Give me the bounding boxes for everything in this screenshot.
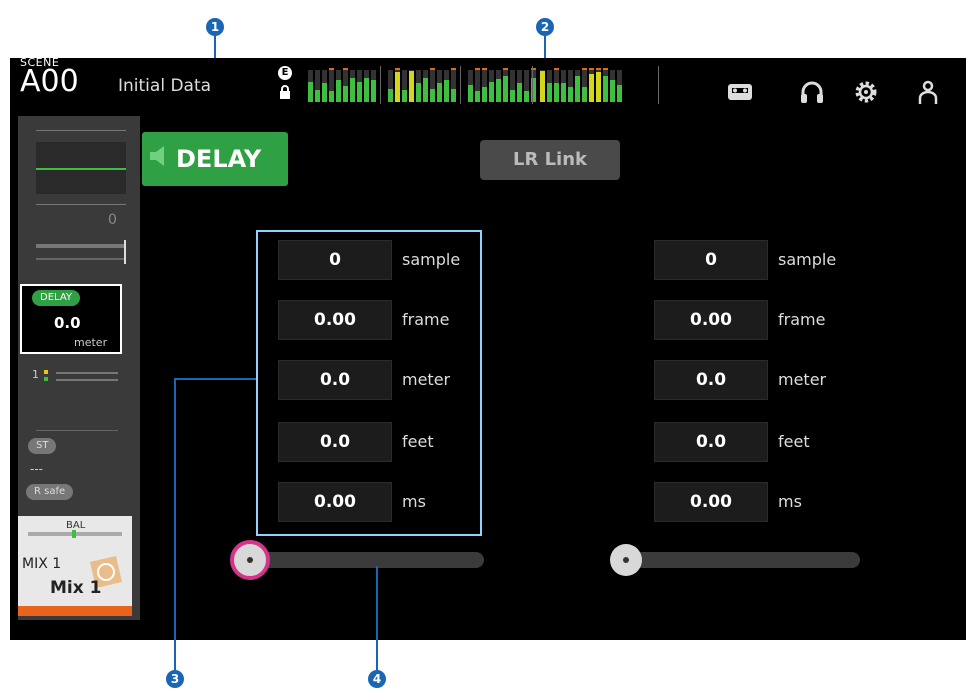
e-badge-icon: E — [278, 66, 292, 80]
user-icon[interactable] — [914, 78, 942, 106]
channel-name-box[interactable]: BAL MIX 1 Mix 1 — [18, 516, 132, 614]
callout-4-line — [376, 566, 378, 670]
mixer-screen: SCENE A00 Initial Data E 0 DELAY 0.0 met… — [10, 56, 966, 640]
delay-unit: meter — [74, 336, 108, 349]
right_fields-value-field-ms[interactable]: 0.00 — [654, 482, 768, 522]
callout-3-line-h — [174, 378, 256, 380]
st-badge[interactable]: ST — [28, 438, 57, 454]
callout-3-line-v — [174, 378, 176, 670]
left_fields-unit-sample: sample — [402, 250, 461, 269]
scene-title[interactable]: Initial Data — [118, 76, 211, 96]
delay-badge: DELAY — [32, 290, 80, 306]
gear-icon[interactable] — [852, 78, 880, 106]
mix-long-name: Mix 1 — [50, 578, 102, 598]
delay-on-button[interactable]: DELAY — [142, 132, 288, 186]
right_fields-value-field-meter[interactable]: 0.0 — [654, 360, 768, 400]
callout-3: 3 — [166, 670, 184, 688]
bus-number: 1 — [32, 368, 39, 381]
left_fields-unit-ms: ms — [402, 492, 426, 511]
right_fields-unit-meter: meter — [778, 370, 827, 389]
right_fields-unit-sample: sample — [778, 250, 837, 269]
lr-link-button[interactable]: LR Link — [480, 140, 620, 180]
right_fields-value-field-feet[interactable]: 0.0 — [654, 422, 768, 462]
scene-number[interactable]: A00 — [20, 64, 79, 99]
left_fields-unit-frame: frame — [402, 310, 450, 329]
delay-section[interactable]: DELAY 0.0 meter — [20, 284, 122, 354]
lock-icon[interactable] — [278, 84, 292, 99]
headphones-icon[interactable] — [798, 78, 826, 106]
right-delay-slider[interactable] — [612, 552, 860, 568]
gain-value: 0 — [108, 212, 117, 228]
left_fields-value-field-sample[interactable]: 0 — [278, 240, 392, 280]
left_fields-unit-meter: meter — [402, 370, 451, 389]
delay-button-label: DELAY — [176, 145, 262, 173]
gain-bar[interactable] — [36, 244, 126, 248]
level-meters[interactable] — [308, 66, 666, 104]
right_fields-unit-ms: ms — [778, 492, 802, 511]
left_fields-value-field-meter[interactable]: 0.0 — [278, 360, 392, 400]
channel-color-bar — [18, 606, 132, 616]
dash-text: --- — [30, 462, 43, 476]
mix-short-name: MIX 1 — [22, 556, 62, 572]
right_fields-value-field-sample[interactable]: 0 — [654, 240, 768, 280]
speaker-icon — [150, 144, 170, 174]
recorder-icon[interactable] — [726, 78, 754, 106]
left-slider-knob[interactable] — [230, 540, 270, 580]
right_fields-unit-frame: frame — [778, 310, 826, 329]
eq-graph[interactable] — [36, 142, 126, 194]
left_fields-value-field-feet[interactable]: 0.0 — [278, 422, 392, 462]
left_fields-unit-feet: feet — [402, 432, 434, 451]
left-delay-slider[interactable] — [238, 552, 484, 568]
balance-indicator — [72, 530, 76, 538]
right-slider-knob[interactable] — [610, 544, 642, 576]
delay-value: 0.0 — [54, 314, 81, 332]
left_fields-value-field-frame[interactable]: 0.00 — [278, 300, 392, 340]
bus-send[interactable]: 1 — [28, 368, 128, 388]
right_fields-value-field-frame[interactable]: 0.00 — [654, 300, 768, 340]
callout-1: 1 — [206, 18, 224, 36]
callout-4: 4 — [368, 670, 386, 688]
callout-2: 2 — [536, 18, 554, 36]
r-safe-badge[interactable]: R safe — [26, 484, 74, 500]
left_fields-value-field-ms[interactable]: 0.00 — [278, 482, 392, 522]
right_fields-unit-feet: feet — [778, 432, 810, 451]
